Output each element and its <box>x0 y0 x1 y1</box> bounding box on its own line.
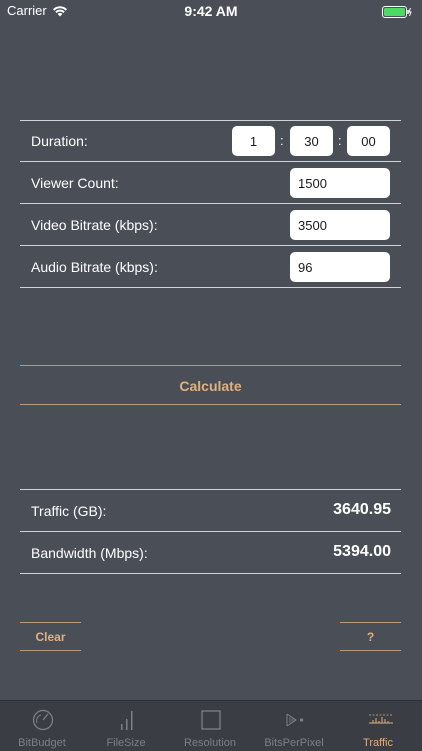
tab-filesize[interactable]: FileSize <box>84 701 168 751</box>
divider <box>20 203 401 204</box>
tab-resolution[interactable]: Resolution <box>168 701 252 751</box>
tab-bar: BitBudget FileSize Resolution BitsPerPix… <box>0 700 422 751</box>
tab-label: BitBudget <box>18 737 66 749</box>
tab-bitsperpixel[interactable]: BitsPerPixel <box>252 701 336 751</box>
viewer-count-label: Viewer Count: <box>31 175 119 191</box>
clear-bottom-border <box>20 650 81 651</box>
divider <box>20 531 401 532</box>
video-bitrate-label: Video Bitrate (kbps): <box>31 217 158 233</box>
calculate-bottom-border <box>20 404 401 405</box>
divider <box>20 287 401 288</box>
duration-separator: : <box>338 133 342 148</box>
pixel-icon <box>284 709 306 731</box>
duration-minutes-field[interactable] <box>290 126 333 156</box>
divider <box>20 120 401 121</box>
calculate-top-border <box>20 365 401 366</box>
gauge-icon <box>32 709 54 731</box>
calculate-button[interactable]: Calculate <box>20 367 401 404</box>
tab-label: BitsPerPixel <box>264 737 324 749</box>
duration-label: Duration: <box>31 133 88 149</box>
traffic-label: Traffic (GB): <box>31 503 107 519</box>
bandwidth-label: Bandwidth (Mbps): <box>31 545 148 561</box>
status-bar: Carrier 9:42 AM <box>0 0 422 22</box>
tab-label: FileSize <box>106 737 146 749</box>
audio-bitrate-field[interactable] <box>290 252 390 282</box>
bandwidth-value: 5394.00 <box>333 543 391 560</box>
duration-hours-field[interactable] <box>232 126 275 156</box>
divider <box>20 489 401 490</box>
traffic-value: 3640.95 <box>333 501 391 518</box>
bars-icon <box>116 709 138 731</box>
tab-bitbudget[interactable]: BitBudget <box>0 701 84 751</box>
battery-icon <box>382 5 412 23</box>
square-icon <box>200 709 222 731</box>
divider <box>20 245 401 246</box>
help-button[interactable]: ? <box>340 623 401 650</box>
viewer-count-field[interactable] <box>290 168 390 198</box>
traffic-icon <box>368 709 393 731</box>
divider <box>20 573 401 574</box>
tab-label: Resolution <box>184 737 236 749</box>
help-bottom-border <box>340 650 401 651</box>
divider <box>20 161 401 162</box>
video-bitrate-field[interactable] <box>290 210 390 240</box>
tab-traffic[interactable]: Traffic <box>336 701 420 751</box>
audio-bitrate-label: Audio Bitrate (kbps): <box>31 259 158 275</box>
tab-label: Traffic <box>363 737 393 749</box>
clear-button[interactable]: Clear <box>20 623 81 650</box>
duration-separator: : <box>280 133 284 148</box>
duration-seconds-field[interactable] <box>347 126 390 156</box>
clock-time: 9:42 AM <box>184 3 238 19</box>
